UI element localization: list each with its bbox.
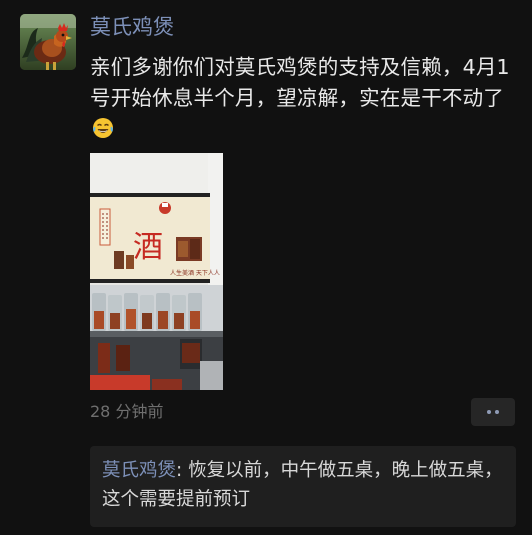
author-name-link[interactable]: 莫氏鸡煲 bbox=[90, 12, 174, 42]
more-dots-icon bbox=[495, 410, 499, 414]
post-text: 亲们多谢你们对莫氏鸡煲的支持及信赖，4月1号开始休息半个月，望凉解，实在是干不动… bbox=[90, 52, 516, 145]
comments-panel: 莫氏鸡煲: 恢复以前，中午做五桌，晚上做五桌，这个需要提前预订 bbox=[90, 446, 516, 527]
author-avatar[interactable] bbox=[20, 14, 76, 70]
comment-item[interactable]: 莫氏鸡煲: 恢复以前，中午做五桌，晚上做五桌，这个需要提前预订 bbox=[102, 456, 506, 514]
post-text-body: 亲们多谢你们对莫氏鸡煲的支持及信赖，4月1号开始休息半个月，望凉解，实在是干不动… bbox=[90, 55, 510, 110]
moments-post: 莫氏鸡煲 亲们多谢你们对莫氏鸡煲的支持及信赖，4月1号开始休息半个月，望凉解，实… bbox=[0, 0, 532, 535]
more-actions-button[interactable] bbox=[471, 398, 515, 426]
comment-separator: : bbox=[176, 460, 189, 481]
rooster-avatar-icon bbox=[20, 14, 76, 70]
tears-of-joy-emoji-icon bbox=[93, 118, 113, 138]
photo-sign-character: 酒 bbox=[133, 230, 163, 265]
post-timestamp: 28 分钟前 bbox=[90, 402, 164, 421]
comment-author-link[interactable]: 莫氏鸡煲 bbox=[102, 460, 176, 481]
photo-sign-bottom-text: 人生美酒 天下人人 bbox=[170, 269, 220, 277]
more-dots-icon bbox=[487, 410, 491, 414]
post-photo[interactable]: 酒 人生美酒 天下人人 bbox=[90, 153, 223, 390]
post-photo-image: 酒 人生美酒 天下人人 bbox=[90, 153, 223, 390]
